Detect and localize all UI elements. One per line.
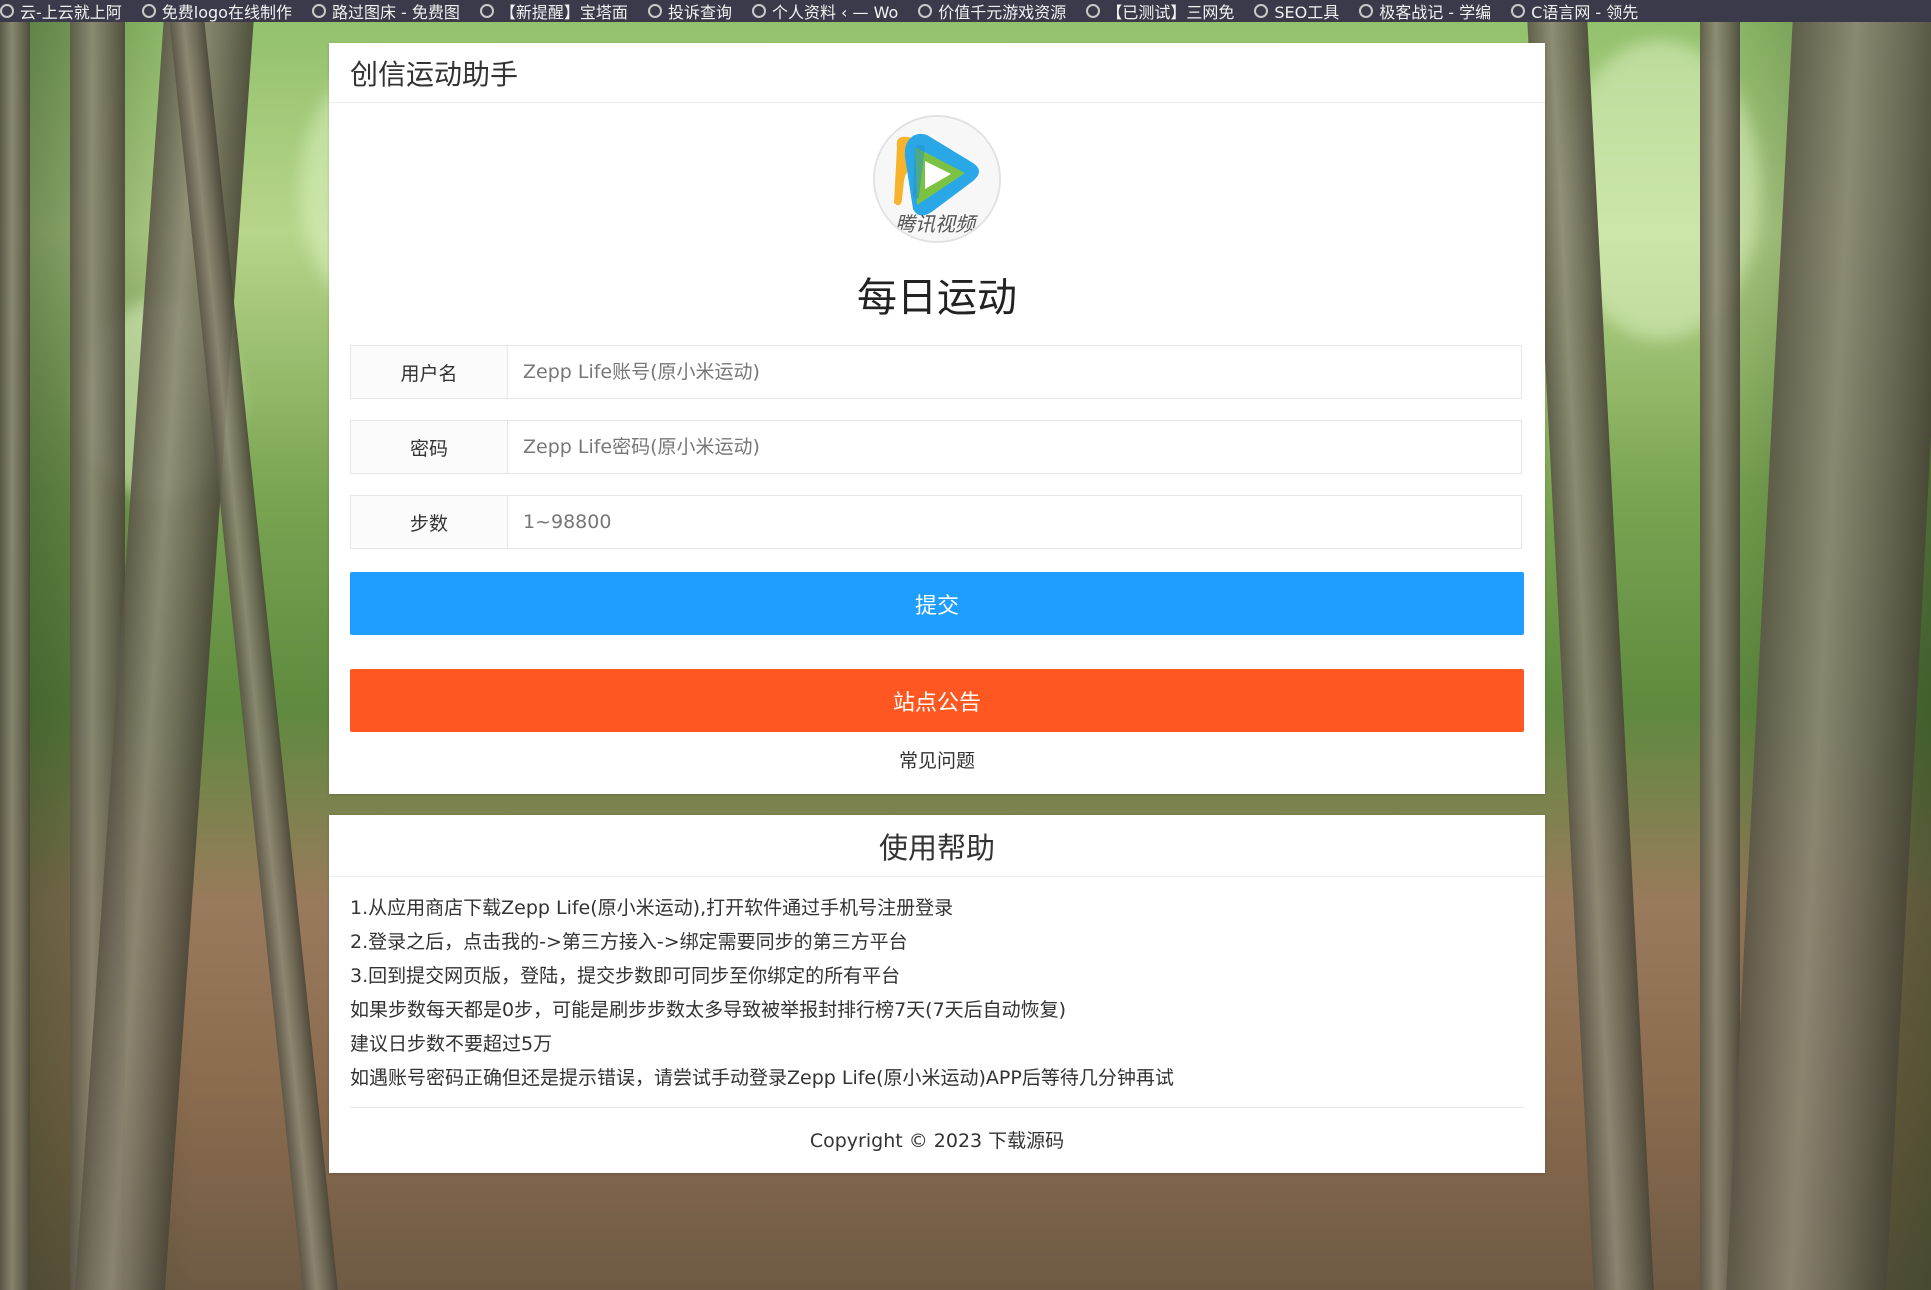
password-input[interactable] (508, 421, 1521, 473)
steps-row: 步数 (350, 495, 1522, 549)
globe-icon (0, 4, 14, 18)
site-notice-button[interactable]: 站点公告 (350, 669, 1524, 732)
globe-icon (311, 4, 326, 18)
svg-text:腾讯视频: 腾讯视频 (895, 212, 978, 236)
globe-icon (1359, 4, 1374, 18)
bookmark-item[interactable]: 路过图床 - 免费图 (311, 0, 460, 22)
bookmark-item[interactable]: SEO工具 (1254, 0, 1339, 22)
bookmarks-bar: 云-上云就上阿 免费logo在线制作 路过图床 - 免费图 【新提醒】宝塔面 投… (0, 0, 1931, 22)
bookmark-icon (479, 4, 494, 18)
help-card: 使用帮助 1.从应用商店下载Zepp Life(原小米运动),打开软件通过手机号… (329, 815, 1545, 1173)
bookmark-item[interactable]: 【已测试】三网免 (1086, 0, 1234, 22)
faq-link[interactable]: 常见问题 (329, 746, 1545, 773)
help-line: 2.登录之后，点击我的->第三方接入->绑定需要同步的第三方平台 (350, 931, 908, 953)
submit-button[interactable]: 提交 (350, 572, 1524, 635)
divider (350, 1107, 1524, 1108)
help-line: 如遇账号密码正确但还是提示错误，请尝试手动登录Zepp Life(原小米运动)A… (350, 1067, 1174, 1089)
help-line: 建议日步数不要超过5万 (350, 1033, 553, 1055)
globe-icon (647, 4, 662, 18)
bookmark-item[interactable]: 投诉查询 (647, 0, 732, 22)
app-logo: 腾讯视频 (873, 115, 1001, 243)
globe-icon (918, 4, 933, 18)
globe-icon (1254, 4, 1269, 18)
password-row: 密码 (350, 420, 1522, 474)
bookmark-item[interactable]: 极客战记 - 学编 (1359, 0, 1491, 22)
globe-icon (1511, 4, 1526, 18)
bookmark-item[interactable]: 价值千元游戏资源 (918, 0, 1066, 22)
username-row: 用户名 (350, 345, 1522, 399)
globe-icon (751, 4, 766, 18)
bookmark-item[interactable]: 【新提醒】宝塔面 (479, 0, 628, 22)
tencent-video-logo-icon: 腾讯视频 (875, 117, 999, 241)
password-label: 密码 (351, 421, 508, 473)
main-card: 创信运动助手 腾讯视频 每日运动 用户名 密码 步数 提交 站点公告 常见问题 (329, 43, 1545, 794)
help-line: 1.从应用商店下载Zepp Life(原小米运动),打开软件通过手机号注册登录 (350, 897, 954, 919)
bookmark-item[interactable]: 个人资料 ‹ — Wo (751, 0, 898, 22)
steps-input[interactable] (508, 496, 1521, 548)
gear-icon (141, 4, 156, 18)
username-input[interactable] (508, 346, 1521, 398)
help-body: 1.从应用商店下载Zepp Life(原小米运动),打开软件通过手机号注册登录 … (329, 877, 1545, 1095)
username-label: 用户名 (351, 346, 508, 398)
bookmark-item[interactable]: 免费logo在线制作 (141, 0, 292, 22)
help-title: 使用帮助 (329, 815, 1545, 877)
steps-label: 步数 (351, 496, 508, 548)
help-line: 如果步数每天都是0步，可能是刷步步数太多导致被举报封排行榜7天(7天后自动恢复) (350, 999, 1067, 1021)
app-heading: 每日运动 (857, 275, 1017, 321)
help-line: 3.回到提交网页版，登陆，提交步数即可同步至你绑定的所有平台 (350, 965, 901, 987)
globe-icon (1086, 4, 1101, 18)
bookmark-item[interactable]: C语言网 - 领先 (1511, 0, 1638, 22)
copyright-text: Copyright © 2023 下载源码 (809, 1130, 1065, 1152)
page-title: 创信运动助手 (329, 43, 1545, 103)
bookmark-item[interactable]: 云-上云就上阿 (0, 0, 122, 22)
